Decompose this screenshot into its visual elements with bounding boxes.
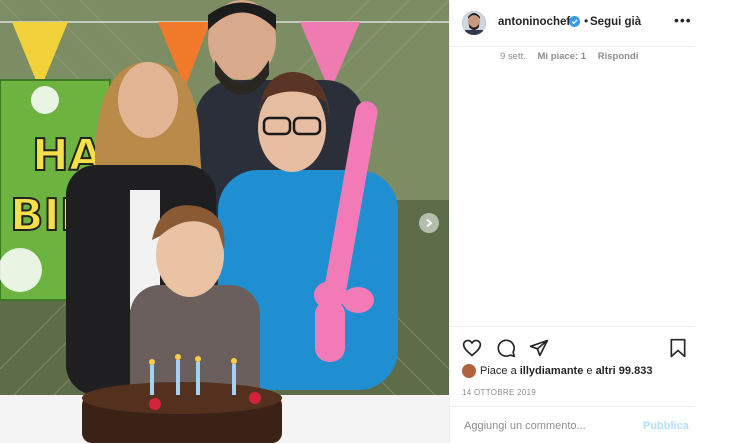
page-background-right	[694, 0, 738, 443]
verified-badge-icon	[569, 16, 580, 27]
photo-image: HA BIR	[0, 0, 449, 443]
post-header: antoninochef • Segui già •••	[450, 0, 694, 47]
comment-likes-link[interactable]: Mi piace: 1	[538, 51, 587, 62]
comment-input[interactable]	[462, 416, 626, 436]
following-button[interactable]: Segui già	[590, 16, 641, 28]
likes-summary: Piace a illydiamante e altri 99.833	[462, 364, 652, 378]
comment-meta: 9 sett. Mi piace: 1 Rispondi	[500, 51, 647, 62]
add-comment-bar: Pubblica	[450, 406, 694, 444]
post-actions-bar	[450, 326, 694, 367]
heart-icon[interactable]	[462, 338, 482, 358]
avatar[interactable]	[462, 11, 486, 35]
liker-avatar[interactable]	[462, 364, 476, 378]
publish-button[interactable]: Pubblica	[643, 420, 689, 432]
liker-username-link[interactable]: illydiamante	[520, 365, 584, 377]
chevron-right-icon	[426, 218, 433, 228]
post-date[interactable]: 14 OTTOBRE 2019	[462, 388, 536, 397]
likes-middle: e	[583, 364, 596, 377]
separator-dot: •	[584, 14, 589, 28]
avatar-image	[462, 11, 486, 35]
comment-time: 9 sett.	[500, 51, 526, 62]
post-side-panel: antoninochef • Segui già ••• 9 sett. Mi …	[449, 0, 694, 443]
likes-prefix: Piace a	[480, 364, 520, 377]
username-link[interactable]: antoninochef	[498, 16, 570, 28]
carousel-next-button[interactable]	[419, 213, 439, 233]
post-photo[interactable]: HA BIR	[0, 0, 449, 443]
reply-button[interactable]: Rispondi	[598, 51, 639, 62]
likes-others-link[interactable]: altri 99.833	[596, 365, 653, 377]
comment-icon[interactable]	[496, 338, 516, 358]
more-options-icon[interactable]: •••	[674, 12, 692, 28]
bookmark-icon[interactable]	[668, 338, 688, 358]
share-icon[interactable]	[529, 338, 549, 358]
